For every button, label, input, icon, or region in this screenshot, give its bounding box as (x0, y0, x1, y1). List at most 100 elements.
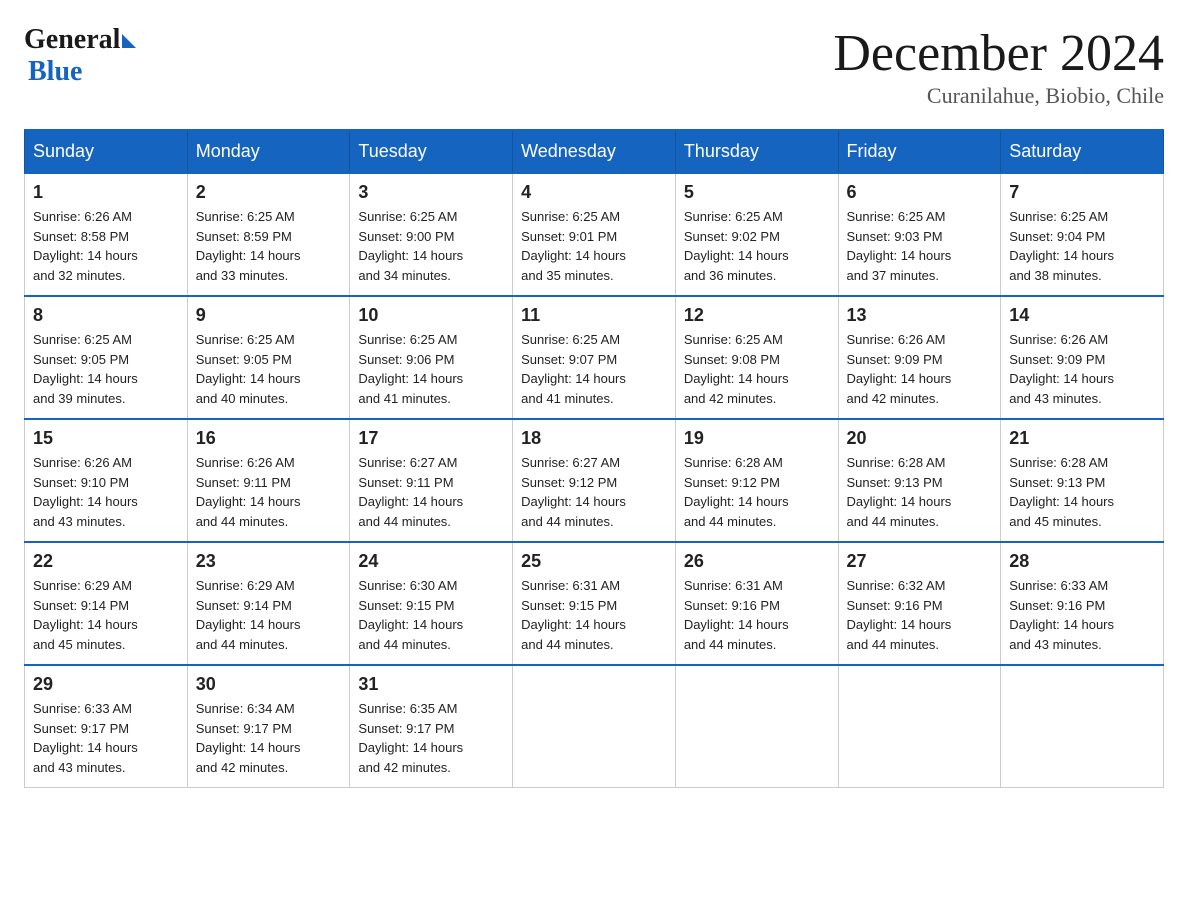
day-number: 31 (358, 674, 504, 695)
weekday-header-thursday: Thursday (675, 130, 838, 173)
calendar-week-4: 22 Sunrise: 6:29 AM Sunset: 9:14 PM Dayl… (25, 542, 1164, 665)
daylight-minutes: and 41 minutes. (521, 391, 614, 406)
sunset-label: Sunset: 9:01 PM (521, 229, 617, 244)
logo-arrow-icon (122, 34, 136, 48)
daylight-label: Daylight: 14 hours (358, 371, 463, 386)
logo-blue-text: Blue (28, 56, 82, 88)
day-number: 5 (684, 182, 830, 203)
daylight-label: Daylight: 14 hours (684, 617, 789, 632)
day-info: Sunrise: 6:26 AM Sunset: 8:58 PM Dayligh… (33, 207, 179, 285)
day-info: Sunrise: 6:25 AM Sunset: 9:06 PM Dayligh… (358, 330, 504, 408)
sunset-label: Sunset: 9:15 PM (521, 598, 617, 613)
calendar-cell: 22 Sunrise: 6:29 AM Sunset: 9:14 PM Dayl… (25, 542, 188, 665)
sunset-label: Sunset: 9:08 PM (684, 352, 780, 367)
calendar-cell (1001, 665, 1164, 788)
day-info: Sunrise: 6:26 AM Sunset: 9:09 PM Dayligh… (847, 330, 993, 408)
day-number: 22 (33, 551, 179, 572)
day-info: Sunrise: 6:25 AM Sunset: 8:59 PM Dayligh… (196, 207, 342, 285)
daylight-label: Daylight: 14 hours (521, 248, 626, 263)
daylight-label: Daylight: 14 hours (196, 371, 301, 386)
sunrise-label: Sunrise: 6:25 AM (521, 209, 620, 224)
calendar-cell (838, 665, 1001, 788)
daylight-label: Daylight: 14 hours (33, 371, 138, 386)
sunrise-label: Sunrise: 6:25 AM (196, 332, 295, 347)
sunrise-label: Sunrise: 6:25 AM (196, 209, 295, 224)
day-number: 13 (847, 305, 993, 326)
sunrise-label: Sunrise: 6:31 AM (684, 578, 783, 593)
daylight-minutes: and 35 minutes. (521, 268, 614, 283)
day-info: Sunrise: 6:25 AM Sunset: 9:03 PM Dayligh… (847, 207, 993, 285)
daylight-minutes: and 39 minutes. (33, 391, 126, 406)
daylight-minutes: and 43 minutes. (33, 760, 126, 775)
logo: General Blue (24, 24, 136, 88)
calendar-cell (513, 665, 676, 788)
daylight-minutes: and 42 minutes. (196, 760, 289, 775)
day-info: Sunrise: 6:25 AM Sunset: 9:05 PM Dayligh… (33, 330, 179, 408)
daylight-minutes: and 42 minutes. (684, 391, 777, 406)
calendar-week-3: 15 Sunrise: 6:26 AM Sunset: 9:10 PM Dayl… (25, 419, 1164, 542)
day-number: 10 (358, 305, 504, 326)
calendar-cell: 21 Sunrise: 6:28 AM Sunset: 9:13 PM Dayl… (1001, 419, 1164, 542)
day-info: Sunrise: 6:31 AM Sunset: 9:15 PM Dayligh… (521, 576, 667, 654)
day-number: 27 (847, 551, 993, 572)
daylight-minutes: and 37 minutes. (847, 268, 940, 283)
weekday-header-monday: Monday (187, 130, 350, 173)
daylight-minutes: and 43 minutes. (1009, 391, 1102, 406)
day-number: 11 (521, 305, 667, 326)
day-info: Sunrise: 6:25 AM Sunset: 9:01 PM Dayligh… (521, 207, 667, 285)
sunset-label: Sunset: 9:11 PM (358, 475, 453, 490)
calendar-cell: 11 Sunrise: 6:25 AM Sunset: 9:07 PM Dayl… (513, 296, 676, 419)
day-number: 18 (521, 428, 667, 449)
day-info: Sunrise: 6:25 AM Sunset: 9:04 PM Dayligh… (1009, 207, 1155, 285)
daylight-minutes: and 34 minutes. (358, 268, 451, 283)
daylight-minutes: and 43 minutes. (1009, 637, 1102, 652)
sunrise-label: Sunrise: 6:34 AM (196, 701, 295, 716)
sunset-label: Sunset: 9:14 PM (33, 598, 129, 613)
sunrise-label: Sunrise: 6:25 AM (33, 332, 132, 347)
daylight-minutes: and 44 minutes. (358, 637, 451, 652)
day-info: Sunrise: 6:35 AM Sunset: 9:17 PM Dayligh… (358, 699, 504, 777)
calendar-cell: 3 Sunrise: 6:25 AM Sunset: 9:00 PM Dayli… (350, 173, 513, 296)
sunset-label: Sunset: 9:09 PM (1009, 352, 1105, 367)
sunset-label: Sunset: 9:14 PM (196, 598, 292, 613)
daylight-label: Daylight: 14 hours (521, 371, 626, 386)
day-number: 15 (33, 428, 179, 449)
sunset-label: Sunset: 9:11 PM (196, 475, 291, 490)
sunset-label: Sunset: 9:07 PM (521, 352, 617, 367)
calendar-cell: 26 Sunrise: 6:31 AM Sunset: 9:16 PM Dayl… (675, 542, 838, 665)
day-number: 3 (358, 182, 504, 203)
weekday-header-row: SundayMondayTuesdayWednesdayThursdayFrid… (25, 130, 1164, 173)
calendar-cell: 9 Sunrise: 6:25 AM Sunset: 9:05 PM Dayli… (187, 296, 350, 419)
daylight-minutes: and 44 minutes. (358, 514, 451, 529)
day-number: 2 (196, 182, 342, 203)
calendar-cell: 16 Sunrise: 6:26 AM Sunset: 9:11 PM Dayl… (187, 419, 350, 542)
sunrise-label: Sunrise: 6:25 AM (358, 332, 457, 347)
daylight-label: Daylight: 14 hours (33, 740, 138, 755)
calendar-cell: 2 Sunrise: 6:25 AM Sunset: 8:59 PM Dayli… (187, 173, 350, 296)
sunset-label: Sunset: 9:10 PM (33, 475, 129, 490)
day-number: 17 (358, 428, 504, 449)
sunset-label: Sunset: 9:03 PM (847, 229, 943, 244)
day-number: 16 (196, 428, 342, 449)
calendar-cell: 28 Sunrise: 6:33 AM Sunset: 9:16 PM Dayl… (1001, 542, 1164, 665)
day-number: 9 (196, 305, 342, 326)
day-info: Sunrise: 6:29 AM Sunset: 9:14 PM Dayligh… (196, 576, 342, 654)
daylight-label: Daylight: 14 hours (33, 248, 138, 263)
weekday-header-friday: Friday (838, 130, 1001, 173)
daylight-label: Daylight: 14 hours (684, 371, 789, 386)
sunset-label: Sunset: 9:13 PM (847, 475, 943, 490)
day-number: 1 (33, 182, 179, 203)
calendar-cell: 4 Sunrise: 6:25 AM Sunset: 9:01 PM Dayli… (513, 173, 676, 296)
calendar-cell: 18 Sunrise: 6:27 AM Sunset: 9:12 PM Dayl… (513, 419, 676, 542)
sunrise-label: Sunrise: 6:26 AM (847, 332, 946, 347)
calendar-cell: 27 Sunrise: 6:32 AM Sunset: 9:16 PM Dayl… (838, 542, 1001, 665)
sunset-label: Sunset: 9:17 PM (358, 721, 454, 736)
calendar-cell: 13 Sunrise: 6:26 AM Sunset: 9:09 PM Dayl… (838, 296, 1001, 419)
calendar-cell: 19 Sunrise: 6:28 AM Sunset: 9:12 PM Dayl… (675, 419, 838, 542)
daylight-minutes: and 45 minutes. (1009, 514, 1102, 529)
sunset-label: Sunset: 8:58 PM (33, 229, 129, 244)
sunset-label: Sunset: 9:16 PM (1009, 598, 1105, 613)
sunrise-label: Sunrise: 6:28 AM (1009, 455, 1108, 470)
sunset-label: Sunset: 9:13 PM (1009, 475, 1105, 490)
daylight-minutes: and 44 minutes. (521, 637, 614, 652)
